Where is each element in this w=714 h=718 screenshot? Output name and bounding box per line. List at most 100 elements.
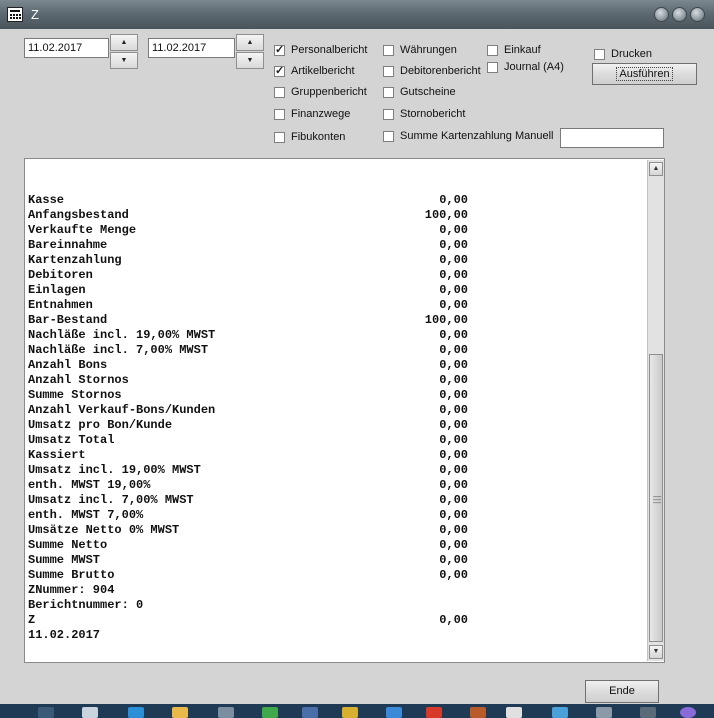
arrow-up-icon[interactable]: ▲ — [649, 162, 663, 176]
close-icon[interactable] — [690, 7, 705, 22]
ausfuehren-label: Ausführen — [616, 67, 673, 81]
arrow-up-icon[interactable]: ▲ — [110, 34, 138, 51]
title-bar[interactable]: Z — [0, 0, 714, 29]
checkbox-stornobericht[interactable]: Stornobericht — [383, 107, 465, 121]
taskbar-app-icon[interactable] — [596, 707, 612, 718]
report-line-value: 0,00 — [439, 373, 468, 387]
check-icon[interactable] — [487, 44, 498, 56]
checkbox-fibukonten[interactable]: Fibukonten — [274, 130, 345, 144]
report-line-label: Anzahl Verkauf-Bons/Kunden — [28, 403, 216, 417]
taskbar-app-icon[interactable] — [470, 707, 486, 718]
report-line: Summe Brutto 0,00 — [28, 568, 468, 583]
arrow-down-icon[interactable]: ▼ — [110, 52, 138, 69]
checkbox-personalbericht[interactable]: Personalbericht — [274, 43, 367, 57]
taskbar-app-icon[interactable] — [218, 707, 234, 718]
report-line-label: Anzahl Stornos — [28, 373, 129, 387]
calculator-icon — [7, 7, 23, 22]
report-line-value: 0,00 — [439, 523, 468, 537]
taskbar-app-icon[interactable] — [386, 707, 402, 718]
checkbox-summe-kartenzahlung[interactable]: Summe Kartenzahlung Manuell — [383, 129, 553, 143]
check-icon[interactable] — [383, 65, 394, 77]
taskbar-app-icon[interactable] — [680, 707, 696, 718]
arrow-down-icon[interactable]: ▼ — [649, 645, 663, 659]
check-icon[interactable] — [383, 86, 394, 98]
folder-icon[interactable] — [172, 707, 188, 718]
report-line: Entnahmen 0,00 — [28, 298, 468, 313]
report-line: Verkaufte Menge 0,00 — [28, 223, 468, 238]
checkbox-label: Währungen — [400, 44, 457, 56]
report-line-label: Summe Brutto — [28, 568, 115, 582]
date-to-field[interactable]: 11.02.2017 — [148, 38, 235, 58]
report-line: Bar-Bestand 100,00 — [28, 313, 468, 328]
taskbar-app-icon[interactable] — [302, 707, 318, 718]
checkbox-journal[interactable]: Journal (A4) — [487, 60, 564, 74]
window-title: Z — [31, 7, 39, 22]
checkbox-label: Artikelbericht — [291, 65, 355, 77]
checkbox-gutscheine[interactable]: Gutscheine — [383, 85, 456, 99]
date-to-spinner[interactable]: ▲ ▼ — [236, 34, 264, 69]
check-icon[interactable] — [383, 130, 394, 142]
report-line: Debitoren 0,00 — [28, 268, 468, 283]
checkbox-einkauf[interactable]: Einkauf — [487, 43, 541, 57]
start-icon[interactable] — [38, 707, 54, 718]
checkbox-artikelbericht[interactable]: Artikelbericht — [274, 64, 355, 78]
arrow-up-icon[interactable]: ▲ — [236, 34, 264, 51]
checkbox-gruppenbericht[interactable]: Gruppenbericht — [274, 85, 367, 99]
report-output[interactable]: Kasse 0,00 Anfangsbestand 100,00 Verkaufte M… — [24, 158, 665, 663]
check-icon[interactable] — [487, 61, 498, 73]
check-icon[interactable] — [274, 43, 285, 56]
ende-button[interactable]: Ende — [585, 680, 659, 703]
report-line: Summe MWST 0,00 — [28, 553, 468, 568]
taskbar-app-icon[interactable] — [342, 707, 358, 718]
taskbar-app-icon[interactable] — [426, 707, 442, 718]
report-line-label: Bar-Bestand — [28, 313, 108, 327]
checkbox-waehrungen[interactable]: Währungen — [383, 43, 457, 57]
check-icon[interactable] — [274, 131, 285, 143]
report-scrollbar[interactable]: ▲ ― ― ― ▼ — [647, 160, 664, 661]
taskbar-app-icon[interactable] — [640, 707, 656, 718]
report-line-value: 0,00 — [439, 463, 468, 477]
report-line-label: Verkaufte Menge — [28, 223, 137, 237]
check-icon[interactable] — [274, 64, 285, 77]
report-line-label: enth. MWST 19,00% — [28, 478, 151, 492]
check-icon[interactable] — [383, 108, 394, 120]
report-line-value: 0,00 — [439, 538, 468, 552]
taskbar-app-icon[interactable] — [552, 707, 568, 718]
check-icon[interactable] — [274, 108, 285, 120]
ausfuehren-button[interactable]: Ausführen — [592, 63, 697, 85]
report-line: Anzahl Bons 0,00 — [28, 358, 468, 373]
taskbar-app-icon[interactable] — [262, 707, 278, 718]
checkbox-debitorenbericht[interactable]: Debitorenbericht — [383, 64, 481, 78]
minimize-icon[interactable] — [654, 7, 669, 22]
date-from-spinner[interactable]: ▲ ▼ — [110, 34, 138, 69]
report-line-label: Umsatz incl. 19,00% MWST — [28, 463, 201, 477]
date-from-field[interactable]: 11.02.2017 — [24, 38, 109, 58]
scrollbar-thumb[interactable]: ― ― ― — [649, 354, 663, 642]
report-line-label: Anfangsbestand — [28, 208, 129, 222]
report-line-value: 0,00 — [439, 418, 468, 432]
arrow-down-icon[interactable]: ▼ — [236, 52, 264, 69]
report-line-value: 0,00 — [439, 478, 468, 492]
report-line: Einlagen 0,00 — [28, 283, 468, 298]
check-icon[interactable] — [594, 48, 605, 60]
check-icon[interactable] — [383, 44, 394, 56]
checkbox-finanzwege[interactable]: Finanzwege — [274, 107, 350, 121]
taskbar-app-icon[interactable] — [506, 707, 522, 718]
report-line-label: Umsätze Netto 0% MWST — [28, 523, 180, 537]
report-line-label: Summe Stornos — [28, 388, 122, 402]
report-line-value: 0,00 — [439, 193, 468, 207]
report-line-label: Summe Netto — [28, 538, 108, 552]
maximize-icon[interactable] — [672, 7, 687, 22]
check-icon[interactable] — [274, 86, 285, 98]
report-line-value: 0,00 — [439, 448, 468, 462]
report-line-label: Umsatz Total — [28, 433, 115, 447]
kartenzahlung-input[interactable] — [560, 128, 664, 148]
checkbox-label: Drucken — [611, 48, 652, 60]
report-line: Kartenzahlung 0,00 — [28, 253, 468, 268]
taskbar-app-icon[interactable] — [82, 707, 98, 718]
report-lines: Kasse 0,00 Anfangsbestand 100,00 Verkaufte M… — [28, 193, 468, 643]
report-line-label: Kartenzahlung — [28, 253, 122, 267]
checkbox-drucken[interactable]: Drucken — [594, 47, 652, 61]
report-line-label: Debitoren — [28, 268, 93, 282]
taskbar-app-icon[interactable] — [128, 707, 144, 718]
